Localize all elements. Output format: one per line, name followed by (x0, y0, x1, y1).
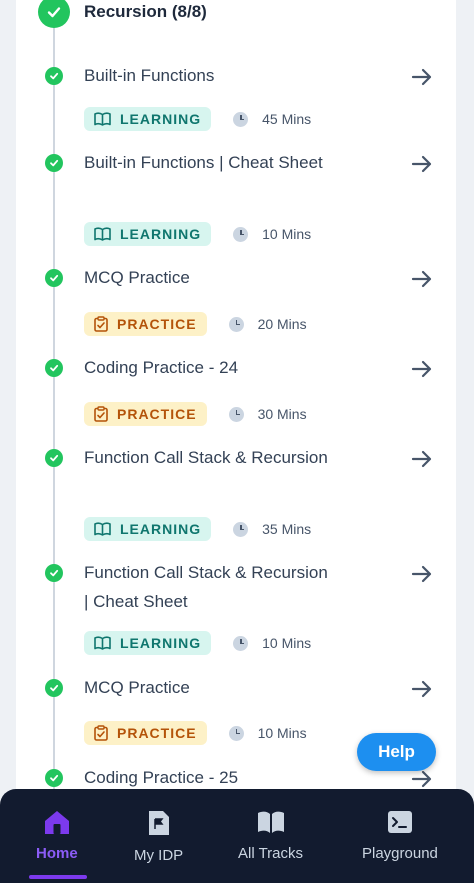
section-title: Recursion (8/8) (84, 2, 207, 21)
item-title: MCQ Practice (84, 268, 190, 287)
arrow-right-icon[interactable] (410, 357, 434, 381)
arrow-right-icon[interactable] (410, 267, 434, 291)
active-tab-indicator (29, 875, 87, 879)
terminal-icon (387, 811, 412, 833)
clock-icon (233, 111, 249, 127)
learning-badge: LEARNING (84, 517, 212, 541)
check-circle-icon (38, 0, 70, 28)
check-icon (45, 154, 63, 172)
nav-item-home[interactable]: Home (36, 809, 78, 862)
item-meta: PRACTICE 30 Mins (84, 402, 307, 426)
check-icon (45, 67, 63, 85)
check-icon (45, 269, 63, 287)
check-icon (45, 769, 63, 787)
check-icon (45, 679, 63, 697)
duration: 45 Mins (262, 111, 312, 127)
item-title: Function Call Stack & Recursion | Cheat … (84, 563, 328, 611)
clock-icon (228, 725, 244, 741)
item-meta: PRACTICE 20 Mins (84, 312, 307, 336)
learning-badge: LEARNING (84, 107, 212, 131)
nav-item-my-idp[interactable]: My IDP (134, 809, 183, 864)
practice-badge: PRACTICE (84, 402, 207, 426)
book-icon (94, 112, 111, 126)
item-meta: LEARNING 10 Mins (84, 222, 311, 246)
arrow-right-icon[interactable] (410, 152, 434, 176)
bottom-nav: Home My IDP All Tracks Playground (0, 789, 474, 883)
clock-icon (228, 316, 244, 332)
item-title: Coding Practice - 24 (84, 358, 239, 377)
clock-icon (228, 406, 244, 422)
check-icon (45, 359, 63, 377)
check-icon (45, 449, 63, 467)
clipboard-check-icon (94, 316, 108, 332)
clock-icon (233, 635, 249, 651)
item-title: Coding Practice - 25 (84, 768, 239, 787)
section-header[interactable]: Recursion (8/8) (38, 0, 207, 28)
open-book-icon (257, 811, 284, 833)
item-title: Function Call Stack & Recursion (84, 448, 328, 467)
clipboard-check-icon (94, 725, 108, 741)
book-icon (94, 522, 111, 536)
arrow-right-icon[interactable] (410, 65, 434, 89)
clipboard-check-icon (94, 406, 108, 422)
book-icon (94, 636, 111, 650)
practice-badge: PRACTICE (84, 721, 207, 745)
clock-icon (233, 521, 249, 537)
flag-document-icon (148, 811, 169, 835)
clock-icon (233, 226, 249, 242)
item-meta: LEARNING 45 Mins (84, 107, 311, 131)
item-title: MCQ Practice (84, 678, 190, 697)
home-icon (44, 811, 69, 834)
arrow-right-icon[interactable] (410, 562, 434, 586)
practice-badge: PRACTICE (84, 312, 207, 336)
item-title: Built-in Functions (84, 66, 215, 85)
duration: 30 Mins (257, 406, 307, 422)
duration: 10 Mins (257, 725, 307, 741)
item-meta: PRACTICE 10 Mins (84, 721, 307, 745)
item-meta: LEARNING 10 Mins (84, 631, 311, 655)
item-meta: LEARNING 35 Mins (84, 517, 311, 541)
arrow-right-icon[interactable] (410, 447, 434, 471)
item-title: Built-in Functions | Cheat Sheet (84, 153, 323, 172)
help-button[interactable]: Help (357, 733, 436, 771)
duration: 20 Mins (257, 316, 307, 332)
learning-badge: LEARNING (84, 222, 212, 246)
nav-item-all-tracks[interactable]: All Tracks (238, 809, 303, 862)
book-icon (94, 227, 111, 241)
check-icon (45, 564, 63, 582)
nav-item-playground[interactable]: Playground (362, 809, 438, 862)
duration: 10 Mins (262, 226, 312, 242)
learning-badge: LEARNING (84, 631, 212, 655)
arrow-right-icon[interactable] (410, 677, 434, 701)
duration: 35 Mins (262, 521, 312, 537)
duration: 10 Mins (262, 635, 312, 651)
